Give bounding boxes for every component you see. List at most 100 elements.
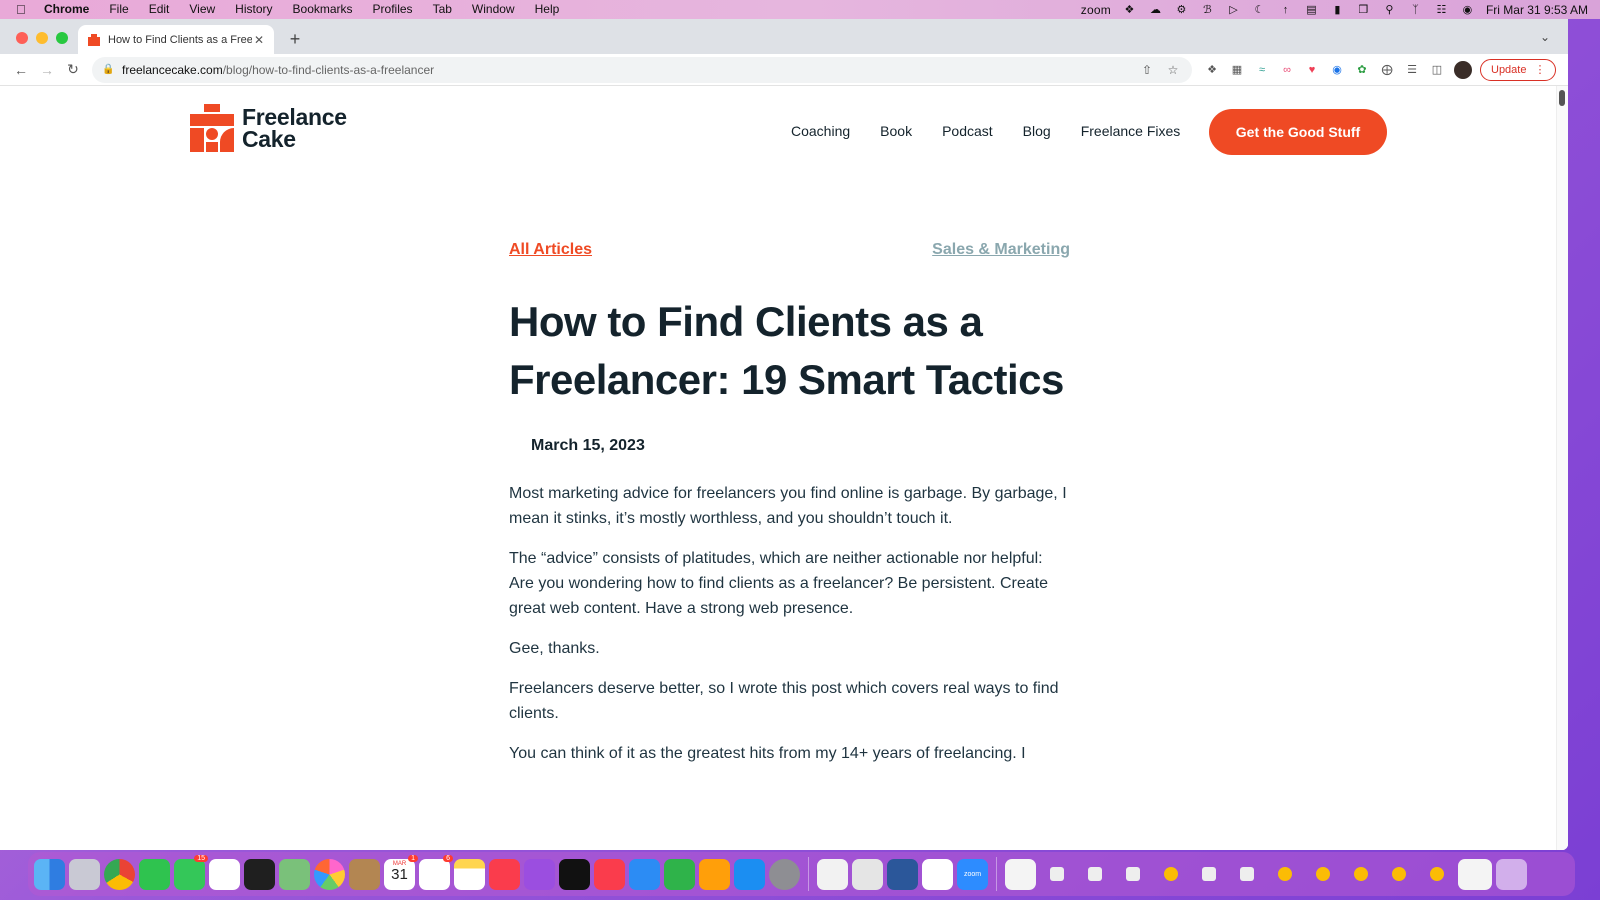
chevron-down-icon[interactable]: ⌄: [1540, 30, 1550, 44]
minimized-window-icon[interactable]: [1202, 867, 1216, 881]
new-tab-icon[interactable]: +: [286, 29, 304, 50]
tab-active[interactable]: How to Find Clients as a Freela ✕: [78, 25, 274, 54]
facetime-icon[interactable]: [139, 858, 170, 890]
nav-blog[interactable]: Blog: [1023, 123, 1051, 139]
update-button[interactable]: Update ⋮: [1480, 58, 1557, 81]
menu-view[interactable]: View: [189, 0, 215, 19]
news-icon[interactable]: [594, 858, 625, 890]
lock-icon[interactable]: 🔒: [102, 64, 114, 75]
reminders-icon[interactable]: 6: [419, 854, 453, 890]
get-the-good-stuff-button[interactable]: Get the Good Stuff: [1209, 109, 1387, 155]
notion-icon[interactable]: [922, 858, 953, 890]
back-icon[interactable]: ←: [8, 62, 34, 78]
minimized-window-icon[interactable]: [1126, 867, 1140, 881]
play-icon[interactable]: ▷: [1226, 4, 1241, 16]
fork-icon[interactable]: ↑: [1278, 4, 1293, 16]
minimized-chrome-icon[interactable]: [1164, 867, 1178, 881]
slack-icon[interactable]: [209, 858, 240, 890]
podcasts-icon[interactable]: [524, 858, 555, 890]
reading-list-icon[interactable]: ☰: [1404, 62, 1420, 78]
pocket-icon[interactable]: ♥: [1304, 62, 1320, 78]
notes-icon[interactable]: [454, 858, 485, 890]
control-center-icon[interactable]: ☷: [1434, 4, 1449, 16]
document-icon[interactable]: [1005, 858, 1036, 890]
messages-icon[interactable]: 15: [174, 854, 208, 890]
chrome-icon[interactable]: [104, 858, 135, 890]
menu-history[interactable]: History: [235, 0, 272, 19]
dropbox-extension-icon[interactable]: ❖: [1204, 62, 1220, 78]
minimized-window-icon[interactable]: [1240, 867, 1254, 881]
textedit-icon[interactable]: [817, 858, 848, 890]
all-articles-link[interactable]: All Articles: [509, 241, 592, 259]
reload-icon[interactable]: ↻: [60, 61, 86, 78]
menu-edit[interactable]: Edit: [149, 0, 170, 19]
zoom-status[interactable]: zoom: [1081, 3, 1111, 17]
page-scrollbar[interactable]: [1556, 86, 1568, 850]
display-icon[interactable]: ▤: [1304, 4, 1319, 16]
photos-icon[interactable]: [314, 858, 345, 890]
launchpad-icon[interactable]: [69, 858, 100, 890]
apple-tv-icon[interactable]: [559, 858, 590, 890]
menu-window[interactable]: Window: [472, 0, 515, 19]
menu-app-name[interactable]: Chrome: [44, 0, 89, 19]
minimized-chrome-icon[interactable]: [1316, 867, 1330, 881]
menu-bookmarks[interactable]: Bookmarks: [293, 0, 353, 19]
nav-book[interactable]: Book: [880, 123, 912, 139]
music-icon[interactable]: [489, 858, 520, 890]
password-manager-icon[interactable]: ◉: [1329, 62, 1345, 78]
avatar[interactable]: [1454, 60, 1472, 79]
category-link[interactable]: Sales & Marketing: [932, 241, 1070, 259]
sprout-extension-icon[interactable]: ✿: [1354, 62, 1370, 78]
menu-file[interactable]: File: [109, 0, 128, 19]
creative-cloud-icon[interactable]: ☁: [1148, 4, 1163, 16]
extension-k-icon[interactable]: ▦: [1229, 62, 1245, 78]
zoom-window-button[interactable]: [56, 32, 68, 44]
menu-tab[interactable]: Tab: [433, 0, 452, 19]
site-logo[interactable]: Freelance Cake: [190, 104, 347, 152]
search-icon[interactable]: ⚲: [1382, 4, 1397, 16]
pages-icon[interactable]: [699, 858, 730, 890]
system-settings-icon[interactable]: [769, 858, 800, 890]
nav-freelance-fixes[interactable]: Freelance Fixes: [1081, 123, 1181, 139]
minimize-window-button[interactable]: [36, 32, 48, 44]
siri-icon[interactable]: ◉: [1460, 4, 1475, 16]
gear-icon[interactable]: ⚙: [1174, 4, 1189, 16]
apple-menu-icon[interactable]: : [16, 2, 30, 17]
contacts-icon[interactable]: [349, 858, 380, 890]
menu-help[interactable]: Help: [535, 0, 560, 19]
close-window-button[interactable]: [16, 32, 28, 44]
window-icon[interactable]: ❒: [1356, 4, 1371, 16]
close-icon[interactable]: ✕: [252, 33, 266, 47]
scrollbar-thumb[interactable]: [1559, 90, 1565, 106]
nav-podcast[interactable]: Podcast: [942, 123, 993, 139]
menu-profiles[interactable]: Profiles: [373, 0, 413, 19]
nav-coaching[interactable]: Coaching: [791, 123, 850, 139]
trash-icon[interactable]: [1496, 858, 1527, 890]
minimized-chrome-icon[interactable]: [1430, 867, 1444, 881]
side-panel-icon[interactable]: ◫: [1429, 62, 1445, 78]
battery-icon[interactable]: ▮: [1330, 4, 1345, 16]
minimized-window-icon[interactable]: [1050, 867, 1064, 881]
minimized-window-icon[interactable]: [1088, 867, 1102, 881]
app-store-icon[interactable]: [734, 858, 765, 890]
tes-icon[interactable]: [244, 858, 275, 890]
share-icon[interactable]: ⇧: [1138, 63, 1156, 77]
moon-icon[interactable]: ☾: [1252, 4, 1267, 16]
minimized-chrome-icon[interactable]: [1278, 867, 1292, 881]
bluetooth-icon[interactable]: ᛉ: [1408, 4, 1423, 16]
word-icon[interactable]: [887, 858, 918, 890]
numbers-icon[interactable]: [664, 858, 695, 890]
maps-icon[interactable]: [279, 858, 310, 890]
screenshot-window-icon[interactable]: [1458, 858, 1492, 890]
loop-extension-icon[interactable]: ∞: [1279, 62, 1295, 78]
minimized-chrome-icon[interactable]: [1354, 867, 1368, 881]
signature-app-icon[interactable]: [852, 858, 883, 890]
bookmark-star-icon[interactable]: ☆: [1164, 63, 1182, 77]
url-text[interactable]: freelancecake.com/blog/how-to-find-clien…: [122, 63, 1130, 77]
address-bar[interactable]: 🔒 freelancecake.com/blog/how-to-find-cli…: [92, 56, 1192, 83]
finder-icon[interactable]: [34, 858, 65, 890]
puzzle-icon[interactable]: ⨁: [1379, 62, 1395, 78]
calendar-icon[interactable]: MAR 31 1: [384, 854, 418, 890]
forward-icon[interactable]: →: [34, 62, 60, 78]
keynote-icon[interactable]: [629, 858, 660, 890]
